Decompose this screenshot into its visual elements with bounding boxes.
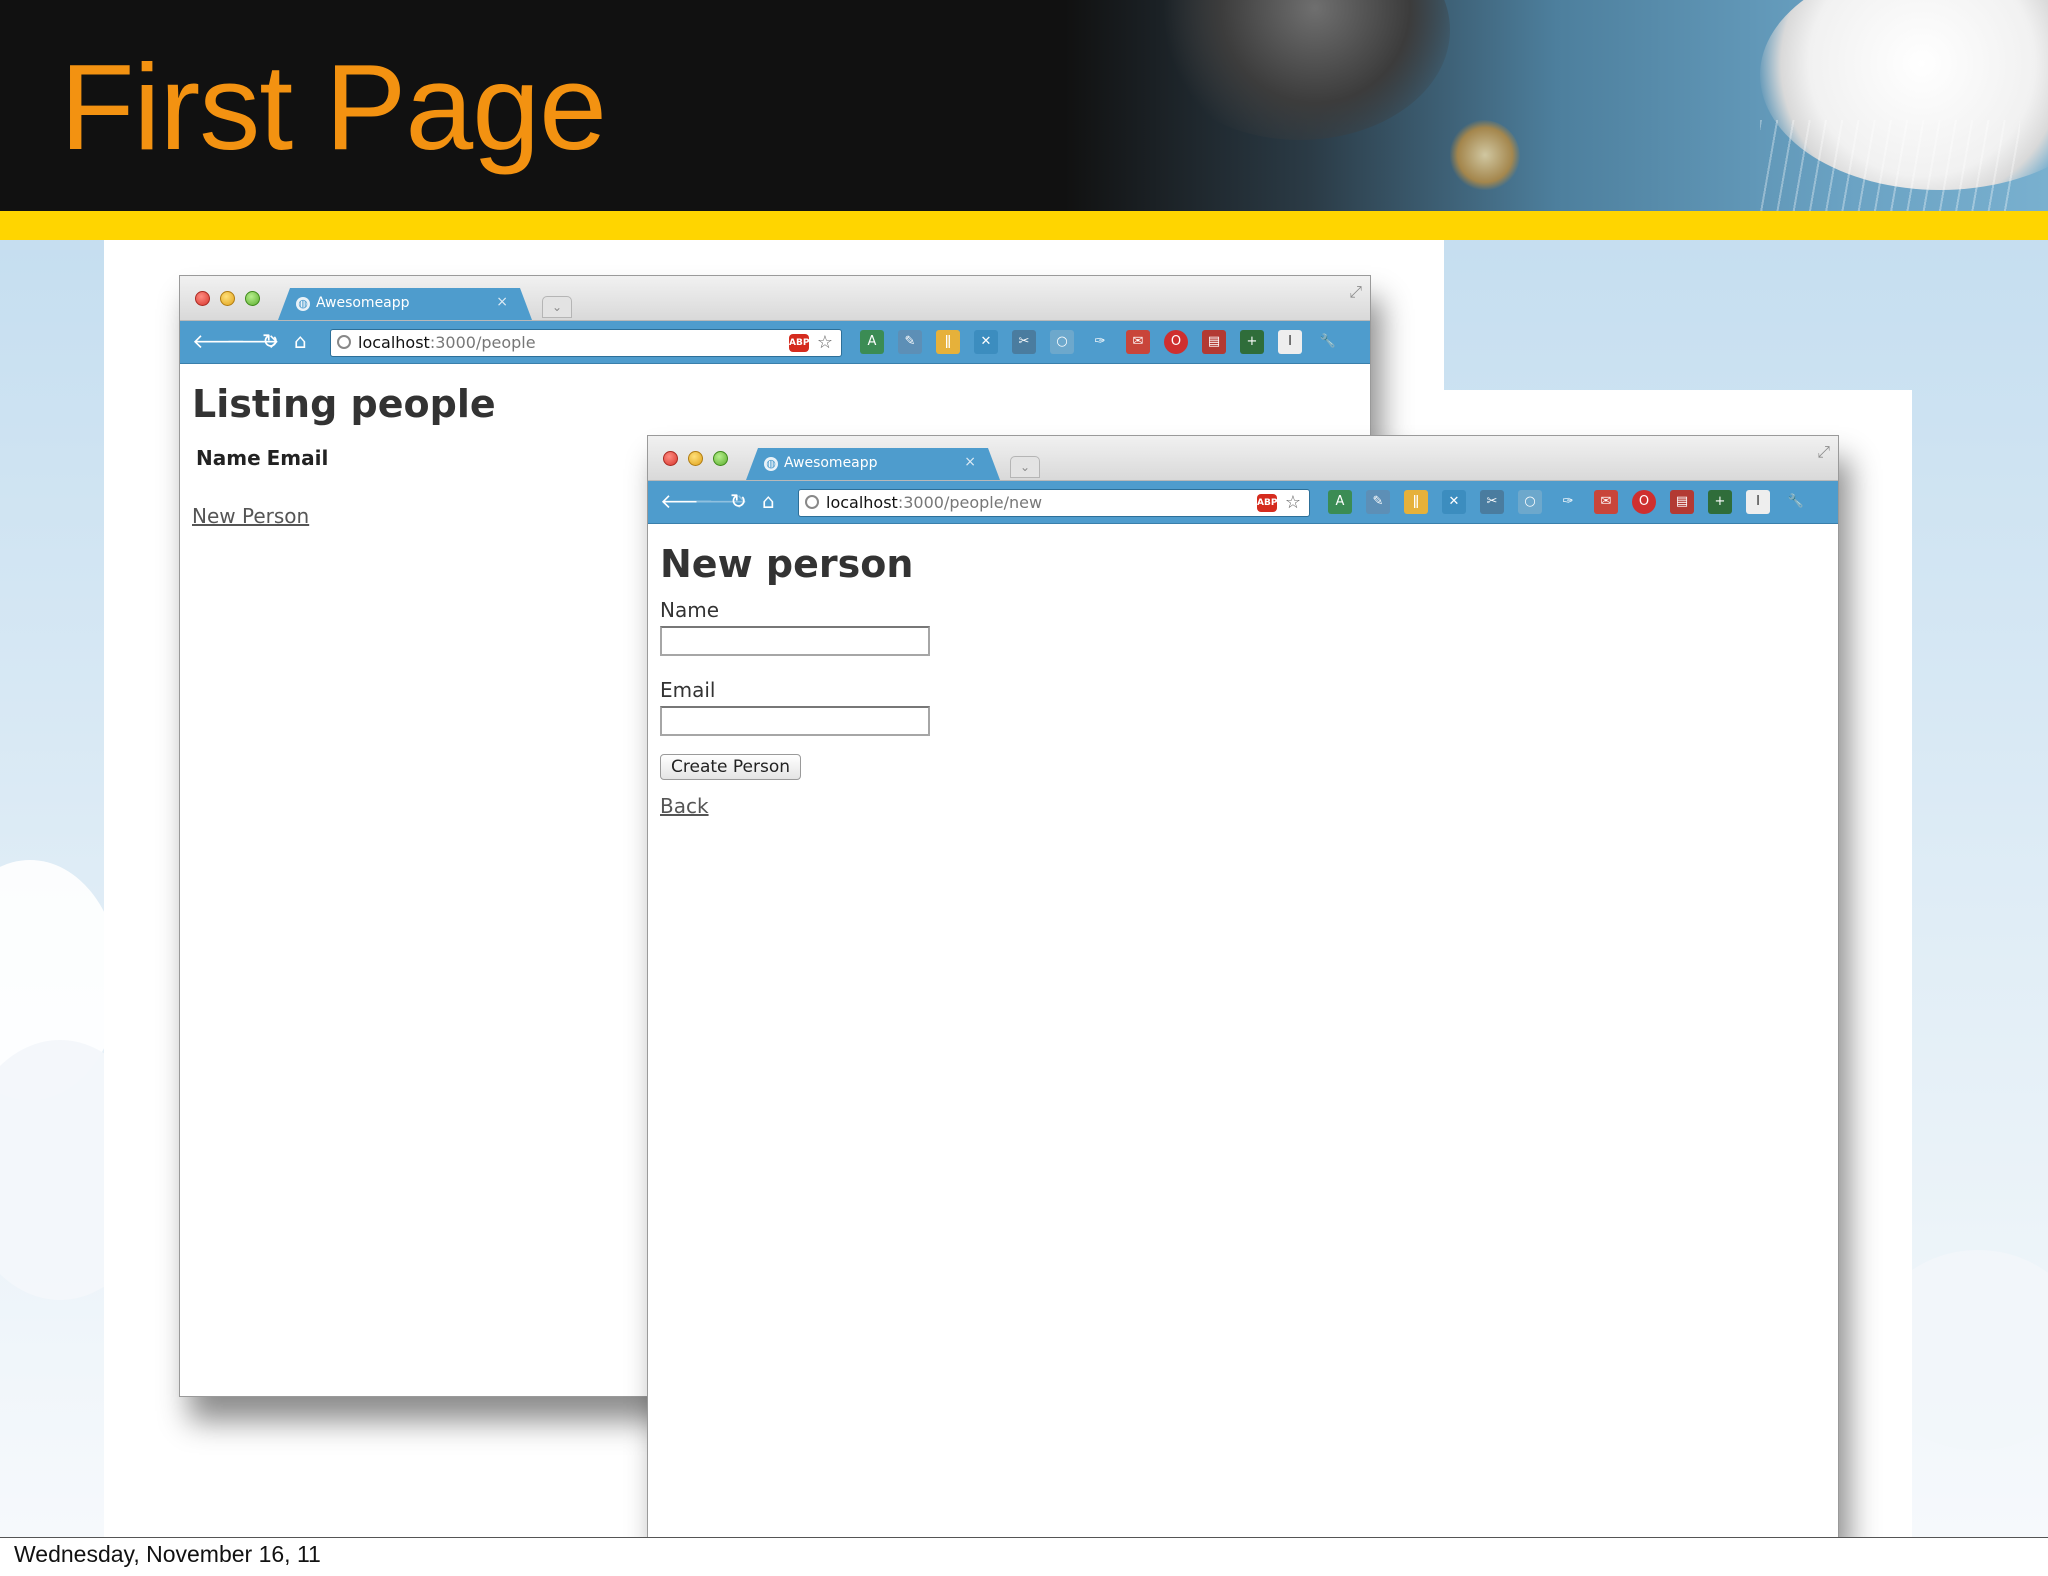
pin-icon[interactable]: ✎ xyxy=(1366,490,1390,514)
fork-knife-icon[interactable]: ǁ xyxy=(936,330,960,354)
magnifier-icon[interactable]: ○ xyxy=(1518,490,1542,514)
new-tab-button[interactable]: ⌄ xyxy=(542,296,572,318)
flying-figure-illustration xyxy=(1450,120,1520,190)
slide-footer-date: Wednesday, November 16, 11 xyxy=(14,1541,321,1567)
close-window-button[interactable] xyxy=(663,451,678,466)
pin-icon[interactable]: ✎ xyxy=(898,330,922,354)
translate-icon[interactable]: A xyxy=(1328,490,1352,514)
gmail-icon[interactable]: ✉ xyxy=(1594,490,1618,514)
minimize-window-button[interactable] xyxy=(220,291,235,306)
minimize-window-button[interactable] xyxy=(688,451,703,466)
email-field[interactable] xyxy=(660,706,930,736)
instapaper-icon[interactable]: I xyxy=(1746,490,1770,514)
opera-icon[interactable]: O xyxy=(1164,330,1188,354)
gmail-icon[interactable]: ✉ xyxy=(1126,330,1150,354)
close-window-button[interactable] xyxy=(195,291,210,306)
tab-close-icon[interactable]: × xyxy=(496,294,508,310)
tab-title: Awesomeapp xyxy=(784,455,878,471)
column-header-name: Name xyxy=(196,446,261,470)
zoom-window-button[interactable] xyxy=(245,291,260,306)
browser-tab[interactable]: ◍ Awesomeapp × xyxy=(278,288,532,320)
globe-icon: ◍ xyxy=(296,297,310,311)
home-icon[interactable]: ⌂ xyxy=(294,328,307,354)
translate-icon[interactable]: A xyxy=(860,330,884,354)
zoom-window-button[interactable] xyxy=(713,451,728,466)
instapaper-icon[interactable]: I xyxy=(1278,330,1302,354)
pdf-icon[interactable]: ▤ xyxy=(1202,330,1226,354)
address-bar[interactable]: localhost:3000/people ABP ☆ xyxy=(330,329,842,357)
bookmark-star-icon[interactable]: ☆ xyxy=(817,330,833,356)
page-heading: Listing people xyxy=(192,382,496,426)
tools-icon[interactable]: ✂ xyxy=(1480,490,1504,514)
fullscreen-icon[interactable]: ⤢ xyxy=(1817,442,1830,462)
rain-illustration xyxy=(1760,120,2020,211)
name-label: Name xyxy=(660,598,720,622)
pushpin-icon[interactable]: ✑ xyxy=(1556,490,1580,514)
header-accent-bar xyxy=(0,211,2048,240)
adblock-icon[interactable]: ABP xyxy=(1257,494,1277,512)
tools-icon[interactable]: ✂ xyxy=(1012,330,1036,354)
new-tab-button[interactable]: ⌄ xyxy=(1010,456,1040,478)
opera-icon[interactable]: O xyxy=(1632,490,1656,514)
x-icon[interactable]: ✕ xyxy=(1442,490,1466,514)
wrench-icon[interactable]: 🔧 xyxy=(1316,330,1340,354)
pushpin-icon[interactable]: ✑ xyxy=(1088,330,1112,354)
column-header-email: Email xyxy=(266,446,329,470)
create-person-button[interactable]: Create Person xyxy=(660,754,802,780)
slide-title: First Page xyxy=(60,39,607,175)
reload-icon[interactable]: ↻ xyxy=(730,488,747,514)
home-icon[interactable]: ⌂ xyxy=(762,488,775,514)
browser-toolbar: 🡐 🡒 ↻ ⌂ localhost:3000/people ABP ☆ A ✎ … xyxy=(180,321,1370,364)
url-text: localhost:3000/people xyxy=(358,333,536,352)
tab-close-icon[interactable]: × xyxy=(964,454,976,470)
page-content: New person Name Email Create Person Back xyxy=(648,524,1838,830)
page-heading: New person xyxy=(660,542,914,586)
adblock-icon[interactable]: ABP xyxy=(789,334,809,352)
name-field[interactable] xyxy=(660,626,930,656)
slide-header: First Page xyxy=(0,0,2048,211)
x-icon[interactable]: ✕ xyxy=(974,330,998,354)
browser-titlebar: ◍ Awesomeapp × ⌄ ⤢ xyxy=(648,436,1838,481)
storm-cloud-illustration xyxy=(1150,0,1450,140)
tab-title: Awesomeapp xyxy=(316,295,410,311)
browser-toolbar: 🡐 🡒 ↻ ⌂ localhost:3000/people/new ABP ☆ … xyxy=(648,481,1838,524)
browser-titlebar: ◍ Awesomeapp × ⌄ ⤢ xyxy=(180,276,1370,321)
plus-icon[interactable]: + xyxy=(1240,330,1264,354)
reload-icon[interactable]: ↻ xyxy=(262,328,279,354)
wrench-icon[interactable]: 🔧 xyxy=(1784,490,1808,514)
page-info-icon xyxy=(337,335,351,349)
address-bar[interactable]: localhost:3000/people/new ABP ☆ xyxy=(798,489,1310,517)
page-info-icon xyxy=(805,495,819,509)
back-link[interactable]: Back xyxy=(660,794,709,818)
magnifier-icon[interactable]: ○ xyxy=(1050,330,1074,354)
browser-tab[interactable]: ◍ Awesomeapp × xyxy=(746,448,1000,480)
url-text: localhost:3000/people/new xyxy=(826,493,1043,512)
globe-icon: ◍ xyxy=(764,457,778,471)
browser-window-new-person: ◍ Awesomeapp × ⌄ ⤢ 🡐 🡒 ↻ ⌂ localhost:300… xyxy=(647,435,1839,1537)
pdf-icon[interactable]: ▤ xyxy=(1670,490,1694,514)
fork-knife-icon[interactable]: ǁ xyxy=(1404,490,1428,514)
plus-icon[interactable]: + xyxy=(1708,490,1732,514)
email-label: Email xyxy=(660,678,716,702)
slide: First Page ◍ Awesomeapp × ⌄ ⤢ 🡐 🡒 ↻ ⌂ lo… xyxy=(0,0,2048,1538)
fullscreen-icon[interactable]: ⤢ xyxy=(1349,282,1362,302)
bookmark-star-icon[interactable]: ☆ xyxy=(1285,490,1301,516)
new-person-link[interactable]: New Person xyxy=(192,504,309,528)
